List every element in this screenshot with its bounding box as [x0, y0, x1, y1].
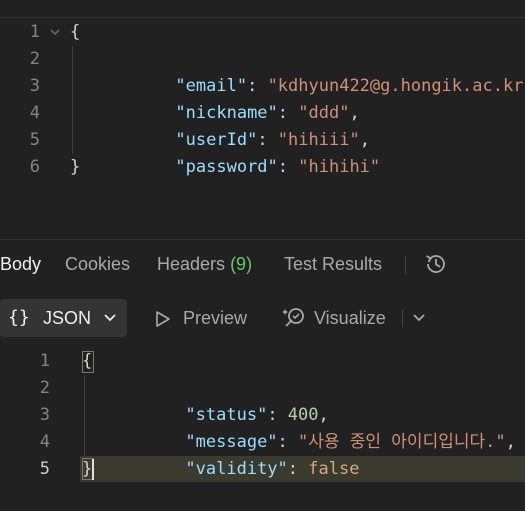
play-outline-icon [156, 311, 170, 327]
response-body-editor[interactable]: 1 { 2 "status": 400, 3 "message": "사용 중인… [0, 346, 525, 511]
line-number: 1 [29, 22, 40, 42]
code-text: } [70, 157, 81, 177]
json-value: "hihihi" [298, 157, 381, 177]
format-label: JSON [43, 308, 92, 328]
line-number: 1 [39, 351, 50, 371]
line-number: 4 [39, 432, 50, 452]
line-number: 3 [29, 76, 40, 96]
tab-headers-label: Headers [157, 254, 226, 274]
code-line: "password": "hihihi" [175, 157, 381, 177]
text-cursor [92, 459, 94, 480]
code-line: "email": "kdhyun422@g.hongik.ac.kr", [114, 46, 525, 96]
indent-guide [84, 375, 85, 456]
request-body-editor[interactable]: 1 { 2 "email": "kdhyun422@g.hongik.ac.kr… [0, 17, 525, 240]
tab-cookies[interactable]: Cookies [65, 248, 130, 280]
format-dropdown[interactable]: {} JSON [0, 299, 127, 337]
indent-guide [72, 46, 73, 154]
line-number: 3 [39, 405, 50, 425]
visualize-button[interactable]: Visualize [282, 299, 392, 337]
visualize-icon [282, 308, 304, 327]
json-value: false [308, 459, 360, 479]
line-number: 2 [39, 378, 50, 398]
preview-button[interactable]: Preview [155, 299, 255, 337]
chevron-down-icon [104, 314, 116, 322]
chevron-down-icon[interactable] [49, 28, 61, 38]
preview-label: Preview [183, 308, 248, 328]
code-text: { [70, 22, 81, 42]
code-line: "message": "사용 중인 아이디입니다.", [185, 432, 516, 452]
line-number: 4 [29, 103, 40, 123]
app-window: 1 { 2 "email": "kdhyun422@g.hongik.ac.kr… [0, 0, 525, 511]
tab-headers[interactable]: Headers (9) [157, 248, 252, 280]
response-tabs: Body Cookies Headers (9) Test Results [0, 248, 525, 280]
tab-divider [405, 256, 406, 274]
line-number: 6 [29, 157, 40, 177]
json-key: "validity" [185, 459, 288, 479]
code-text: } [82, 459, 93, 479]
history-icon[interactable] [423, 251, 449, 277]
panel-divider[interactable] [0, 239, 525, 240]
headers-count-badge: (9) [230, 254, 253, 274]
line-number: 2 [29, 49, 40, 69]
json-key: "password" [175, 157, 278, 177]
code-line: "userId": "hihiii", [175, 130, 370, 150]
chevron-down-icon[interactable] [412, 313, 426, 323]
code-line: "status": 400, [185, 405, 329, 425]
response-toolbar: {} JSON Preview Visualize [0, 299, 525, 337]
braces-icon: {} [8, 307, 30, 328]
tab-body[interactable]: Body [0, 248, 41, 280]
code-text: { [82, 351, 93, 371]
code-line: "nickname": "ddd", [175, 103, 360, 123]
line-number: 5 [29, 130, 40, 150]
line-number: 5 [39, 459, 50, 479]
code-line: "validity": false [185, 459, 360, 479]
visualize-label: Visualize [314, 308, 386, 328]
toolbar-divider [402, 309, 403, 327]
tab-test-results[interactable]: Test Results [284, 248, 382, 280]
